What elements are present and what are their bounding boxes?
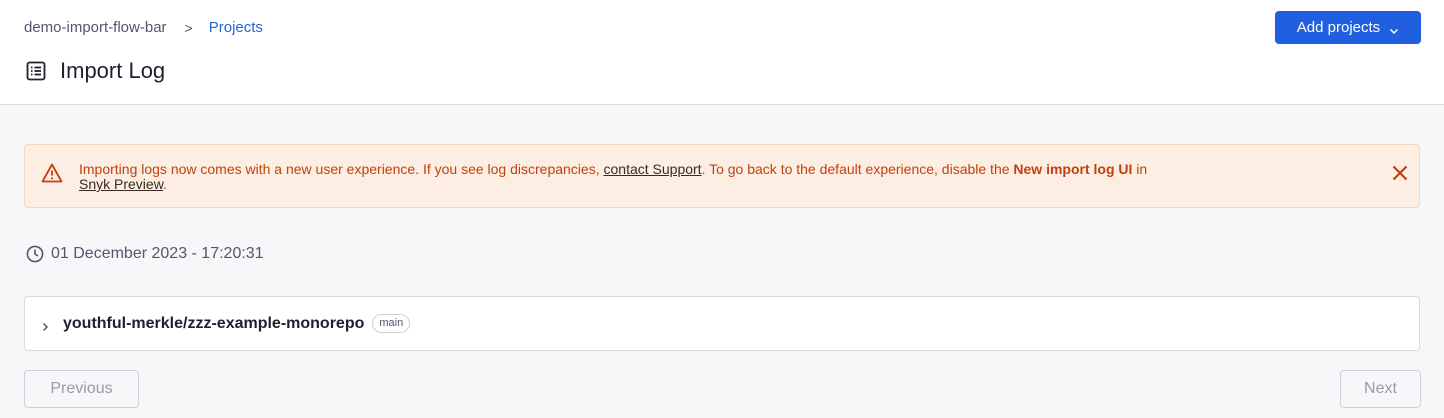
import-log-entry[interactable]: youthful-merkle/zzz-example-monorepo mai… [24, 296, 1420, 351]
banner-text-2: . To go back to the default experience, … [701, 161, 1014, 177]
page-title-text: Import Log [60, 58, 166, 83]
banner-setting-name: New import log UI [1013, 161, 1133, 177]
breadcrumb-projects-link[interactable]: Projects [209, 19, 263, 36]
clock-icon [26, 245, 44, 263]
add-projects-label: Add projects [1296, 19, 1381, 36]
page-header: demo-import-flow-bar > Projects Import L… [0, 0, 1444, 105]
breadcrumb: demo-import-flow-bar > Projects [24, 19, 263, 36]
banner-text-4: . [163, 176, 167, 192]
branch-badge: main [372, 314, 411, 333]
preview-warning-banner: Importing logs now comes with a new user… [24, 144, 1420, 208]
page-title: Import Log [26, 58, 165, 84]
breadcrumb-separator: > [184, 19, 193, 36]
banner-text-1: Importing logs now comes with a new user… [79, 161, 604, 177]
previous-button[interactable]: Previous [24, 370, 139, 408]
add-projects-button[interactable]: Add projects [1275, 11, 1421, 44]
timestamp-text: 01 December 2023 - 17:20:31 [51, 245, 264, 262]
banner-text-3: in [1132, 161, 1148, 177]
next-button[interactable]: Next [1340, 370, 1421, 408]
banner-message: Importing logs now comes with a new user… [79, 162, 1369, 192]
chevron-right-icon[interactable] [40, 319, 50, 331]
repo-name: youthful-merkle/zzz-example-monorepo [63, 314, 365, 332]
list-icon [26, 61, 46, 81]
chevron-down-icon [1389, 23, 1399, 34]
snyk-preview-link[interactable]: Snyk Preview [79, 176, 163, 192]
contact-support-link[interactable]: contact Support [604, 161, 702, 177]
breadcrumb-org[interactable]: demo-import-flow-bar [24, 19, 167, 36]
import-timestamp: 01 December 2023 - 17:20:31 [26, 245, 264, 263]
warning-triangle-icon [41, 163, 63, 183]
close-icon[interactable] [1390, 163, 1410, 183]
